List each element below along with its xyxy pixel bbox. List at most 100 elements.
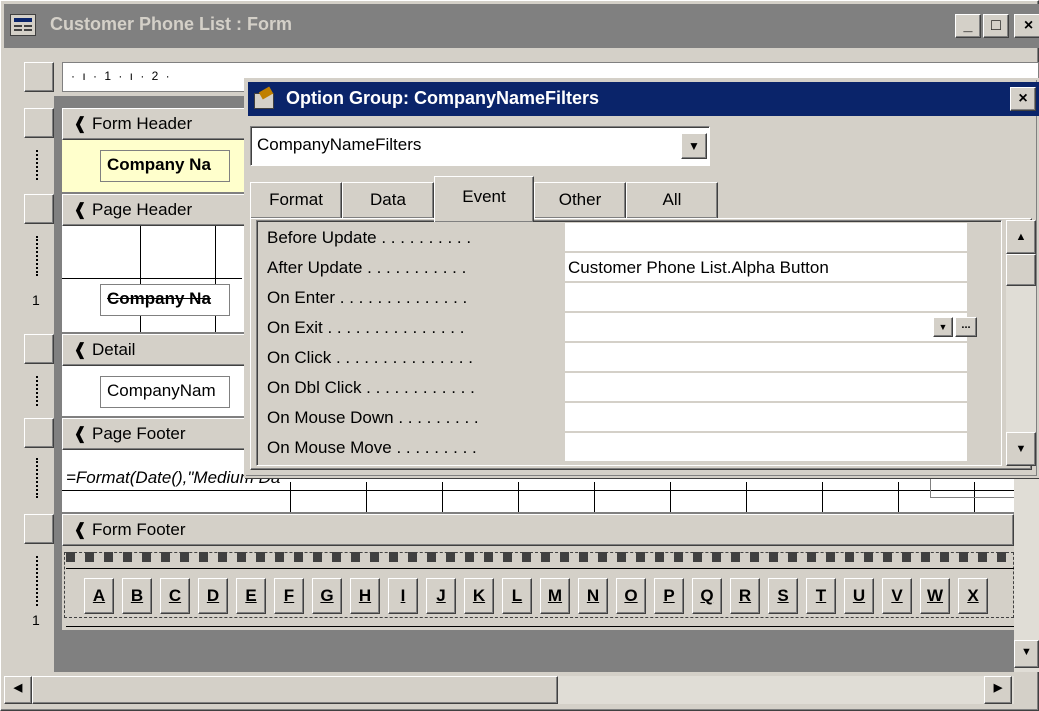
letter-button-a[interactable]: A [84,578,114,614]
page-footer-label: Page Footer [91,424,186,443]
property-label: On Enter . . . . . . . . . . . . . . [267,288,468,307]
form-scroll-left-button[interactable]: ◀ [4,676,32,704]
alpha-line-bottom [66,626,1014,627]
form-horizontal-thumb[interactable] [32,676,558,704]
page-header-company-label[interactable]: Company Na [100,284,230,316]
grid-line [140,226,141,332]
property-label: Before Update . . . . . . . . . . [267,228,472,247]
letter-button-f[interactable]: F [274,578,304,614]
form-icon [10,14,36,36]
property-label: On Mouse Down . . . . . . . . . [267,408,479,427]
section-arrow-icon: ❰ [73,424,88,443]
letter-button-c[interactable]: C [160,578,190,614]
property-sheet-title-bar[interactable]: Option Group: CompanyNameFilters × [248,82,1039,116]
property-value[interactable] [565,433,967,462]
form-title-bar[interactable]: Customer Phone List : Form _ □ × [4,4,1039,48]
letter-button-g[interactable]: G [312,578,342,614]
property-label: On Exit . . . . . . . . . . . . . . . [267,318,465,337]
header-company-label[interactable]: Company Na [100,150,230,182]
property-scroll-down-button[interactable]: ▼ [1006,432,1036,466]
tab-event[interactable]: Event [434,176,534,222]
property-value[interactable] [565,223,967,252]
property-scroll-thumb[interactable] [1006,254,1036,286]
letter-button-l[interactable]: L [502,578,532,614]
property-value[interactable] [565,283,967,312]
form-scroll-right-button[interactable]: ▶ [984,676,1012,704]
letter-button-d[interactable]: D [198,578,228,614]
detail-selector[interactable] [24,334,54,364]
property-sheet-icon [252,86,278,111]
letter-button-s[interactable]: S [768,578,798,614]
form-footer-label: Form Footer [91,520,186,539]
letter-button-t[interactable]: T [806,578,836,614]
letter-button-h[interactable]: H [350,578,380,614]
alpha-top-handles [66,552,1014,562]
letter-buttons-row: ABCDEFGHIJKLMNOPQRSTUVWX [84,574,1014,618]
letter-button-w[interactable]: W [920,578,950,614]
page-header-label: Page Header [91,200,193,219]
ruler-mark [36,150,42,180]
grid-line [215,226,216,332]
section-arrow-icon: ❰ [73,200,88,219]
tab-all[interactable]: All [626,182,718,218]
property-label: On Mouse Move . . . . . . . . . [267,438,477,457]
maximize-button[interactable]: □ [983,14,1009,38]
gray-lower-area [62,630,1014,672]
letter-button-q[interactable]: Q [692,578,722,614]
letter-button-v[interactable]: V [882,578,912,614]
footer-grid [290,482,1014,512]
letter-button-x[interactable]: X [958,578,988,614]
side-ruler-number: 1 [32,292,40,308]
grid-line [62,278,242,279]
letter-button-e[interactable]: E [236,578,266,614]
form-selector-box[interactable] [24,62,54,92]
alpha-line-top [66,568,1014,569]
section-arrow-icon: ❰ [73,114,88,133]
form-footer-bar[interactable]: ❰ Form Footer [62,514,1014,546]
form-header-label: Form Header [91,114,193,133]
minimize-button[interactable]: _ [955,14,981,38]
letter-button-m[interactable]: M [540,578,570,614]
company-name-field[interactable]: CompanyNam [100,376,230,408]
letter-button-u[interactable]: U [844,578,874,614]
letter-button-r[interactable]: R [730,578,760,614]
form-footer-selector[interactable] [24,514,54,544]
property-dropdown-button[interactable]: ▼ [933,317,953,337]
tab-data[interactable]: Data [342,182,434,218]
form-title: Customer Phone List : Form [50,14,293,34]
page-header-selector[interactable] [24,194,54,224]
object-selector-value: CompanyNameFilters [257,135,422,154]
ruler-ticks: · ı · 1 · ı · 2 · [71,69,172,83]
ruler-mark [36,556,42,606]
ruler-mark [36,458,42,498]
letter-button-j[interactable]: J [426,578,456,614]
property-value[interactable]: Customer Phone List.Alpha Button [565,253,967,282]
property-sheet-close-button[interactable]: × [1010,87,1036,111]
form-scroll-down-button[interactable]: ▼ [1014,640,1039,668]
page-footer-selector[interactable] [24,418,54,448]
property-sheet-title: Option Group: CompanyNameFilters [286,88,600,108]
object-selector-combo[interactable]: CompanyNameFilters ▼ [250,126,710,166]
tab-other[interactable]: Other [534,182,626,218]
section-arrow-icon: ❰ [73,520,88,539]
property-value[interactable] [565,343,967,372]
tab-format[interactable]: Format [250,182,342,218]
letter-button-p[interactable]: P [654,578,684,614]
letter-button-i[interactable]: I [388,578,418,614]
property-value[interactable] [565,373,967,402]
property-label: After Update . . . . . . . . . . . [267,258,467,277]
letter-button-k[interactable]: K [464,578,494,614]
property-label: On Dbl Click . . . . . . . . . . . . [267,378,475,397]
form-header-selector[interactable] [24,108,54,138]
letter-button-n[interactable]: N [578,578,608,614]
close-button[interactable]: × [1014,14,1039,38]
letter-button-o[interactable]: O [616,578,646,614]
section-arrow-icon: ❰ [73,340,88,359]
ruler-mark [36,376,42,406]
property-value[interactable] [565,403,967,432]
property-value[interactable] [565,313,967,342]
letter-button-b[interactable]: B [122,578,152,614]
object-selector-dropdown-button[interactable]: ▼ [681,133,707,159]
builder-button[interactable]: ... [955,317,977,337]
property-scroll-up-button[interactable]: ▲ [1006,220,1036,254]
